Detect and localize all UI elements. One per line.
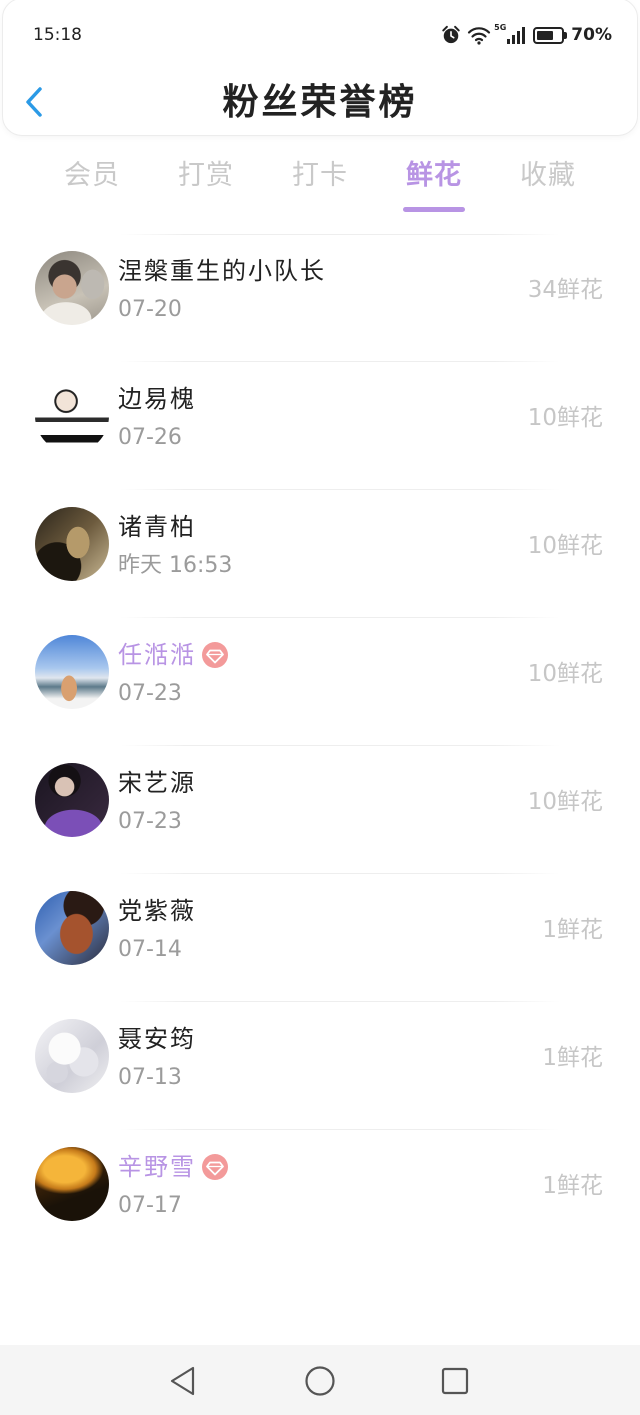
fan-row[interactable]: 诸青柏昨天 16:53 10鲜花	[0, 490, 640, 618]
tab-rewards[interactable]: 打赏	[149, 156, 263, 216]
avatar[interactable]	[35, 1147, 109, 1221]
home-circle-icon	[305, 1366, 335, 1396]
fan-date: 07-20	[118, 297, 182, 322]
avatar[interactable]	[35, 763, 109, 837]
name-line: 宋艺源	[118, 768, 196, 798]
fan-row[interactable]: 任湉湉 07-23 10鲜花	[0, 618, 640, 746]
fan-row[interactable]: 涅槃重生的小队长 07-20 34鲜花	[0, 234, 640, 362]
tab-checkin[interactable]: 打卡	[263, 156, 377, 216]
diamond-icon	[202, 1154, 228, 1180]
nav-recents-button[interactable]	[425, 1351, 485, 1411]
tab-bar: 会员 打赏 打卡 鲜花 收藏	[35, 156, 605, 216]
name-line: 聂安筠	[118, 1024, 196, 1054]
nav-home-button[interactable]	[290, 1351, 350, 1411]
tab-label: 收藏	[520, 160, 576, 191]
battery-icon	[533, 26, 565, 44]
status-icons: 5G 70%	[441, 24, 612, 46]
name-line: 辛野雪	[118, 1152, 228, 1182]
flower-count: 1鲜花	[542, 1045, 603, 1071]
tab-label: 鲜花	[406, 160, 462, 191]
back-button[interactable]	[12, 80, 56, 124]
fan-name: 聂安筠	[118, 1025, 196, 1053]
name-line: 边易槐	[118, 384, 196, 414]
avatar[interactable]	[35, 1019, 109, 1093]
tab-label: 会员	[64, 160, 120, 191]
diamond-icon	[202, 642, 228, 668]
avatar[interactable]	[35, 891, 109, 965]
fan-ranking-list: 涅槃重生的小队长 07-20 34鲜花 边易槐 07-26 10鲜花 诸青柏 昨天 16:53…	[0, 234, 640, 1258]
system-nav-bar	[0, 1345, 640, 1415]
back-triangle-icon	[170, 1366, 195, 1396]
fan-date: 07-26	[118, 425, 182, 450]
signal-icon	[507, 27, 526, 44]
fan-row[interactable]: 党紫薇 07-14 1鲜花	[0, 874, 640, 1002]
nav-back-button[interactable]	[153, 1351, 213, 1411]
fan-name: 诸青柏	[118, 513, 196, 541]
flower-count: 1鲜花	[542, 917, 603, 943]
chevron-left-icon	[26, 87, 42, 117]
fan-date: 07-23	[118, 809, 182, 834]
fan-name: 辛野雪	[118, 1153, 196, 1181]
flower-count: 1鲜花	[542, 1173, 603, 1199]
status-time: 15:18	[33, 25, 82, 45]
flower-count: 10鲜花	[527, 533, 603, 559]
flower-count: 10鲜花	[527, 661, 603, 687]
fan-date: 昨天 16:53	[118, 553, 233, 578]
wifi-icon	[468, 27, 491, 45]
tab-favorites[interactable]: 收藏	[491, 156, 605, 216]
fan-name: 党紫薇	[118, 897, 196, 925]
page-title: 粉丝荣誉榜	[222, 82, 418, 123]
tab-membership[interactable]: 会员	[35, 156, 149, 216]
fan-date: 07-14	[118, 937, 182, 962]
fan-row[interactable]: 边易槐 07-26 10鲜花	[0, 362, 640, 490]
avatar[interactable]	[35, 251, 109, 325]
fan-date: 07-23	[118, 681, 182, 706]
tab-active-indicator	[403, 207, 465, 212]
battery-nub	[564, 31, 568, 39]
recents-square-icon	[441, 1367, 469, 1395]
flower-count: 10鲜花	[527, 789, 603, 815]
flower-count: 10鲜花	[527, 405, 603, 431]
avatar[interactable]	[35, 379, 109, 453]
name-line: 任湉湉	[118, 640, 228, 670]
fan-name: 涅槃重生的小队长	[118, 257, 326, 285]
avatar[interactable]	[35, 635, 109, 709]
fan-date: 07-13	[118, 1065, 182, 1090]
battery-level-fill	[537, 30, 554, 40]
alarm-icon	[442, 25, 460, 44]
fan-name: 边易槐	[118, 385, 196, 413]
fan-row[interactable]: 聂安筠 07-13 1鲜花	[0, 1002, 640, 1130]
network-type-label: 5G	[494, 23, 507, 32]
fan-name: 宋艺源	[118, 769, 196, 797]
battery-percent: 70%	[571, 25, 612, 45]
tab-label: 打卡	[292, 160, 348, 191]
flower-count: 34鲜花	[527, 277, 603, 303]
name-line: 涅槃重生的小队长	[118, 256, 326, 286]
fan-name: 任湉湉	[118, 641, 196, 669]
name-line: 诸青柏	[118, 512, 196, 542]
tab-label: 打赏	[178, 160, 234, 191]
fan-row[interactable]: 宋艺源 07-23 10鲜花	[0, 746, 640, 874]
status-bar: 15:18 5G 70%	[0, 0, 640, 70]
tab-flowers[interactable]: 鲜花	[377, 156, 491, 216]
fan-date: 07-17	[118, 1193, 182, 1218]
avatar[interactable]	[35, 507, 109, 581]
fan-row[interactable]: 辛野雪 07-17 1鲜花	[0, 1130, 640, 1258]
name-line: 党紫薇	[118, 896, 196, 926]
